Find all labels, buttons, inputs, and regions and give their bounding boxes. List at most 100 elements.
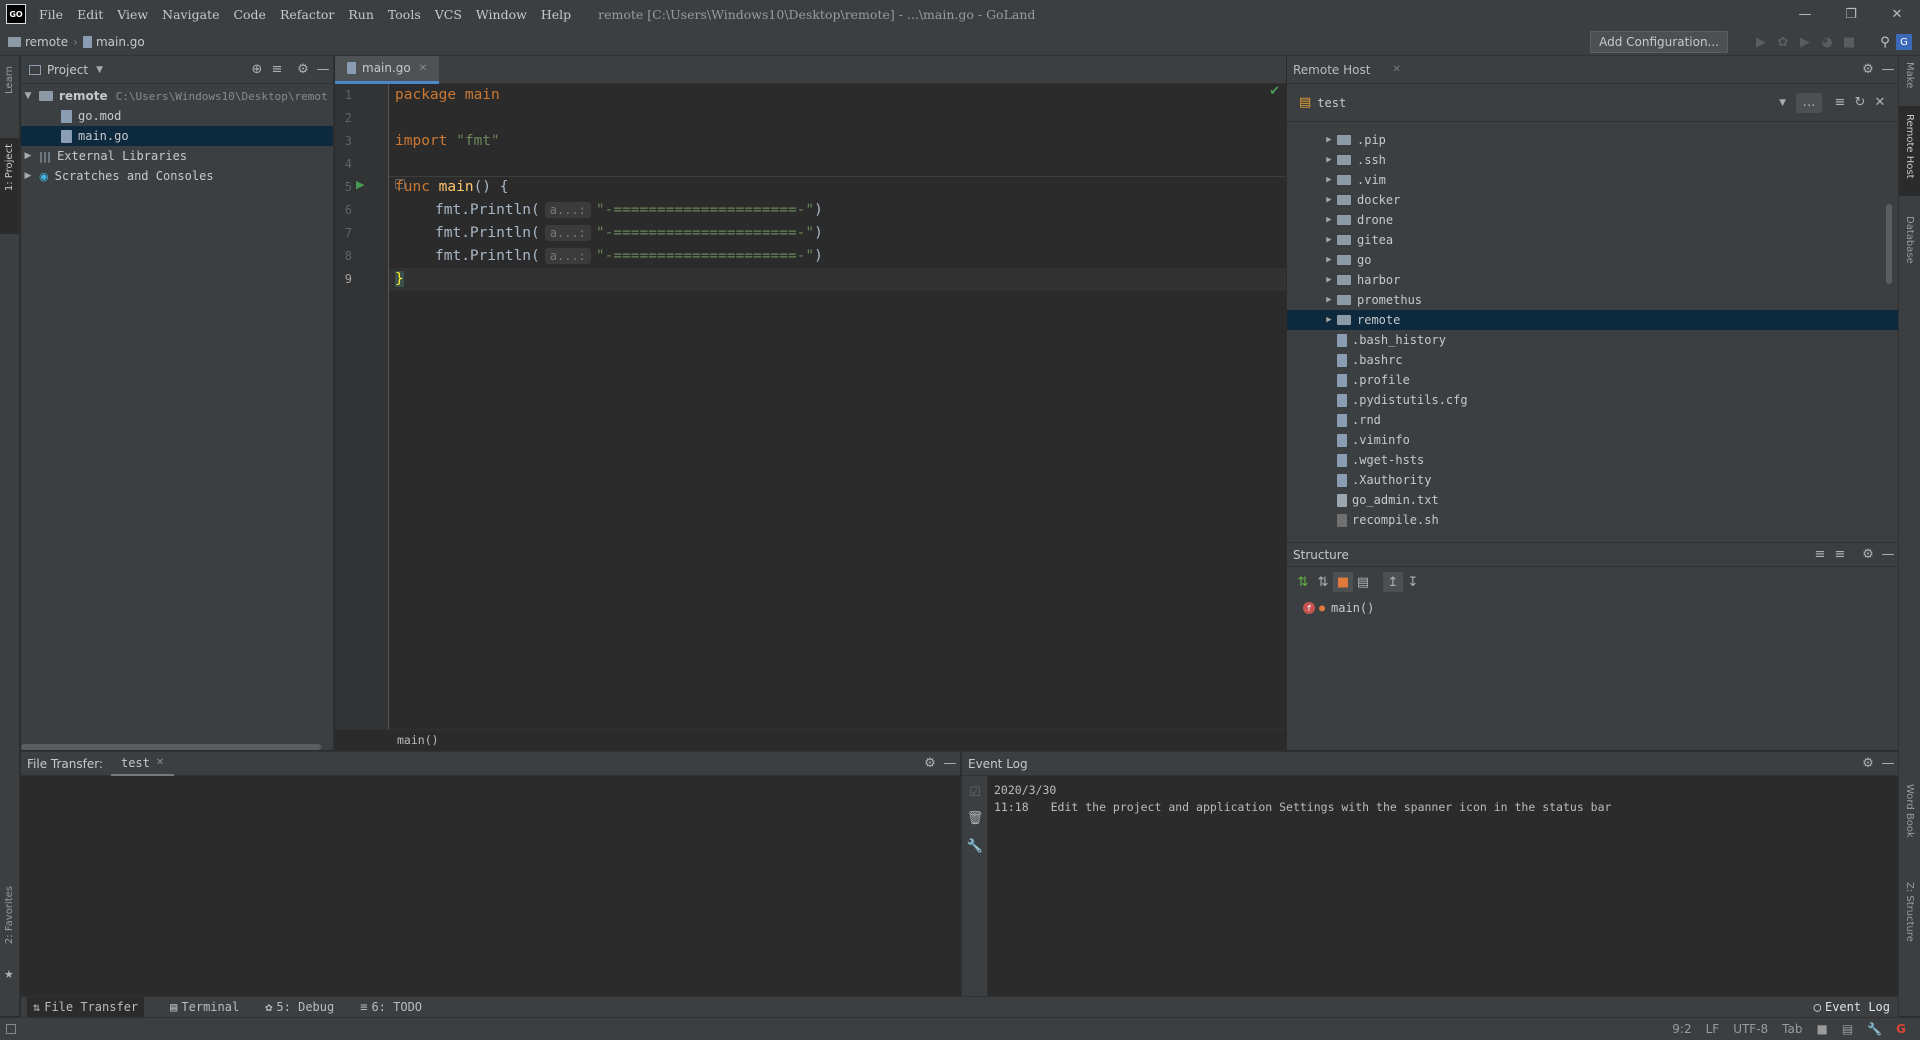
collapse-icon[interactable]: ≡ xyxy=(1830,93,1850,113)
remote-item[interactable]: .wget-hsts xyxy=(1287,450,1898,470)
expand-arrow-icon[interactable]: ▶ xyxy=(1321,215,1337,225)
sort-alpha-icon[interactable]: ⇅ xyxy=(1313,572,1333,592)
remote-item[interactable]: ▶ .ssh xyxy=(1287,150,1898,170)
expand-all-icon[interactable]: ≡ xyxy=(1810,545,1830,565)
breadcrumb-remote[interactable]: remote xyxy=(25,35,68,49)
menu-window[interactable]: Window xyxy=(476,7,527,22)
memory-icon[interactable]: ▤ xyxy=(1842,1022,1853,1036)
chevron-down-icon[interactable]: ▼ xyxy=(1779,98,1786,108)
file-encoding[interactable]: UTF-8 xyxy=(1733,1022,1768,1036)
tool-event-log[interactable]: ◯ Event Log xyxy=(1814,1000,1890,1014)
menu-vcs[interactable]: VCS xyxy=(435,7,462,22)
tool-file-transfer[interactable]: ⇅ File Transfer xyxy=(27,997,145,1017)
refresh-icon[interactable]: ↻ xyxy=(1850,93,1870,113)
close-icon[interactable]: ✕ xyxy=(1870,93,1890,113)
menu-help[interactable]: Help xyxy=(541,7,571,22)
run-gutter-icon[interactable]: ▶ xyxy=(356,178,364,191)
database-tool-button[interactable]: Database xyxy=(1904,216,1915,264)
hide-icon[interactable]: — xyxy=(1878,545,1898,565)
expand-arrow-icon[interactable]: ▶ xyxy=(21,171,35,181)
make-tool-button[interactable]: Make xyxy=(1904,62,1915,88)
menu-code[interactable]: Code xyxy=(233,7,266,22)
menu-navigate[interactable]: Navigate xyxy=(162,7,219,22)
tab-main-go[interactable]: main.go ✕ xyxy=(335,55,440,84)
expand-arrow-icon[interactable]: ▶ xyxy=(1321,295,1337,305)
gear-icon[interactable]: ⚙ xyxy=(920,754,940,774)
remote-item[interactable]: ▶ .pip xyxy=(1287,130,1898,150)
debug-icon[interactable]: ✿ xyxy=(1772,31,1794,53)
remote-item[interactable]: .bash_history xyxy=(1287,330,1898,350)
remote-item[interactable]: ▶ remote xyxy=(1287,310,1898,330)
horizontal-scrollbar[interactable] xyxy=(21,744,321,750)
breadcrumb-main-go[interactable]: main.go xyxy=(96,35,145,49)
remote-item[interactable]: .viminfo xyxy=(1287,430,1898,450)
tree-item-main-go[interactable]: main.go xyxy=(21,126,333,146)
gear-icon[interactable]: ⚙ xyxy=(293,60,313,80)
coverage-icon[interactable]: ▶ xyxy=(1794,31,1816,53)
expand-arrow-icon[interactable]: ▶ xyxy=(1321,255,1337,265)
autoscroll-to-source-icon[interactable]: ↥ xyxy=(1383,572,1403,592)
tree-item-external-libraries[interactable]: ▶ ||| External Libraries xyxy=(21,146,333,166)
remote-item[interactable]: .pydistutils.cfg xyxy=(1287,390,1898,410)
toggle-tool-windows-icon[interactable] xyxy=(6,1024,16,1034)
sort-visibility-icon[interactable]: ⇅ xyxy=(1293,572,1313,592)
remote-item[interactable]: recompile.sh xyxy=(1287,510,1898,530)
close-tab-icon[interactable]: ✕ xyxy=(1392,64,1400,75)
project-view-selector[interactable]: Project xyxy=(47,63,88,77)
menu-edit[interactable]: Edit xyxy=(77,7,103,22)
expand-arrow-icon[interactable]: ▼ xyxy=(21,91,35,101)
indent-setting[interactable]: Tab xyxy=(1782,1022,1802,1036)
hide-icon[interactable]: — xyxy=(1878,60,1898,80)
collapse-all-icon[interactable]: ≡ xyxy=(1830,545,1850,565)
line-separator[interactable]: LF xyxy=(1706,1022,1720,1036)
autoscroll-from-source-icon[interactable]: ↧ xyxy=(1403,572,1423,592)
menu-file[interactable]: File xyxy=(39,7,63,22)
expand-arrow-icon[interactable]: ▶ xyxy=(1321,195,1337,205)
expand-arrow-icon[interactable]: ▶ xyxy=(1321,275,1337,285)
tool-debug[interactable]: ✿ 5: Debug xyxy=(265,1000,334,1014)
locate-icon[interactable]: ⊕ xyxy=(247,60,267,80)
structure-item[interactable]: f ● main() xyxy=(1287,597,1898,619)
server-select[interactable]: test xyxy=(1317,96,1346,110)
word-book-tool-button[interactable]: Word Book xyxy=(1904,784,1915,838)
wrench-icon[interactable]: 🔧 xyxy=(965,836,985,856)
tab-test[interactable]: test ✕ xyxy=(110,752,175,776)
learn-tool-button[interactable]: Learn xyxy=(4,66,15,94)
tree-item-go-mod[interactable]: go.mod xyxy=(21,106,333,126)
trash-icon[interactable]: 🗑 xyxy=(965,808,985,828)
tool-todo[interactable]: ≡ 6: TODO xyxy=(360,1000,422,1014)
remote-item[interactable]: .profile xyxy=(1287,370,1898,390)
tool-terminal[interactable]: ▤ Terminal xyxy=(170,1000,239,1014)
remote-item[interactable]: ▶ gitea xyxy=(1287,230,1898,250)
project-tool-button[interactable]: 1: Project xyxy=(4,144,15,191)
lock-icon[interactable]: ■ xyxy=(1817,1022,1828,1036)
code-editor[interactable]: 1 2 3 4 5 6 7 8 9 ▶ ✔ package main impor… xyxy=(335,84,1286,729)
minimize-button[interactable]: — xyxy=(1782,0,1828,28)
close-tab-icon[interactable]: ✕ xyxy=(156,757,164,768)
expand-arrow-icon[interactable]: ▶ xyxy=(21,151,35,161)
more-button[interactable]: … xyxy=(1796,92,1822,113)
tree-item-remote[interactable]: ▼ remote C:\Users\Windows10\Desktop\remo… xyxy=(21,86,333,106)
expand-arrow-icon[interactable]: ▶ xyxy=(1321,175,1337,185)
editor-breadcrumb[interactable]: main() xyxy=(397,733,439,747)
close-tab-icon[interactable]: ✕ xyxy=(419,63,427,74)
close-window-button[interactable]: ✕ xyxy=(1874,0,1920,28)
hide-icon[interactable]: — xyxy=(1878,754,1898,774)
show-folder-icon[interactable]: ▤ xyxy=(1353,572,1373,592)
profile-icon[interactable]: ◕ xyxy=(1816,31,1838,53)
run-icon[interactable]: ▶ xyxy=(1750,31,1772,53)
search-icon[interactable]: ⚲ xyxy=(1874,31,1896,53)
gear-icon[interactable]: ⚙ xyxy=(1858,754,1878,774)
translate-icon[interactable]: G xyxy=(1896,34,1912,50)
show-fields-icon[interactable]: ■ xyxy=(1333,572,1353,592)
remote-item[interactable]: .Xauthority xyxy=(1287,470,1898,490)
remote-item[interactable]: ▶ .vim xyxy=(1287,170,1898,190)
add-configuration-button[interactable]: Add Configuration... xyxy=(1590,31,1728,53)
expand-arrow-icon[interactable]: ▶ xyxy=(1321,315,1337,325)
wrench-icon[interactable]: 🔧 xyxy=(1867,1022,1882,1036)
google-icon[interactable]: G xyxy=(1896,1022,1906,1036)
expand-arrow-icon[interactable]: ▶ xyxy=(1321,235,1337,245)
remote-item[interactable]: ▶ go xyxy=(1287,250,1898,270)
expand-arrow-icon[interactable]: ▶ xyxy=(1321,155,1337,165)
remote-item[interactable]: go_admin.txt xyxy=(1287,490,1898,510)
